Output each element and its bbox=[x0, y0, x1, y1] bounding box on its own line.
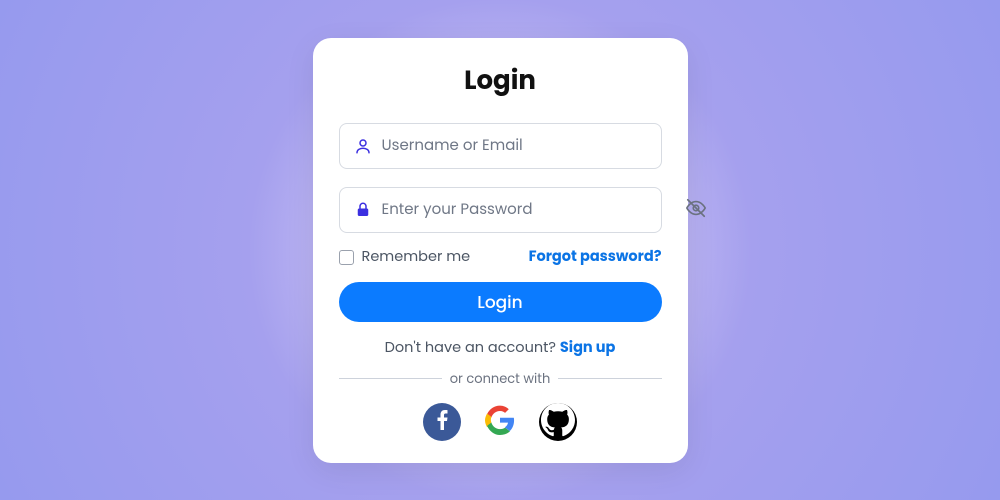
facebook-icon bbox=[437, 410, 448, 433]
options-row: Remember me Forgot password? bbox=[339, 247, 662, 268]
username-input[interactable] bbox=[382, 134, 675, 157]
signup-prompt-text: Don't have an account? bbox=[385, 338, 560, 358]
github-icon bbox=[541, 403, 575, 440]
forgot-password-link[interactable]: Forgot password? bbox=[529, 247, 662, 268]
toggle-password-visibility-button[interactable] bbox=[685, 199, 707, 221]
divider-text: or connect with bbox=[450, 369, 551, 389]
facebook-login-button[interactable] bbox=[423, 403, 461, 441]
signup-prompt: Don't have an account? Sign up bbox=[339, 338, 662, 359]
social-login-row bbox=[339, 403, 662, 441]
page-title: Login bbox=[339, 62, 662, 101]
social-divider: or connect with bbox=[339, 369, 662, 389]
login-button[interactable]: Login bbox=[339, 282, 662, 322]
user-icon bbox=[354, 137, 372, 155]
login-card: Login bbox=[313, 38, 688, 463]
password-field-wrapper bbox=[339, 187, 662, 233]
remember-me-text: Remember me bbox=[362, 247, 471, 268]
divider-line-left bbox=[339, 378, 442, 379]
username-field-wrapper bbox=[339, 123, 662, 169]
google-icon bbox=[485, 405, 515, 438]
remember-me-checkbox[interactable] bbox=[339, 250, 354, 265]
google-login-button[interactable] bbox=[481, 403, 519, 441]
divider-line-right bbox=[558, 378, 661, 379]
eye-off-icon bbox=[685, 197, 707, 222]
lock-icon bbox=[354, 201, 372, 219]
signup-link[interactable]: Sign up bbox=[560, 338, 616, 358]
remember-me-label[interactable]: Remember me bbox=[339, 247, 471, 268]
github-login-button[interactable] bbox=[539, 403, 577, 441]
password-input[interactable] bbox=[382, 198, 675, 221]
